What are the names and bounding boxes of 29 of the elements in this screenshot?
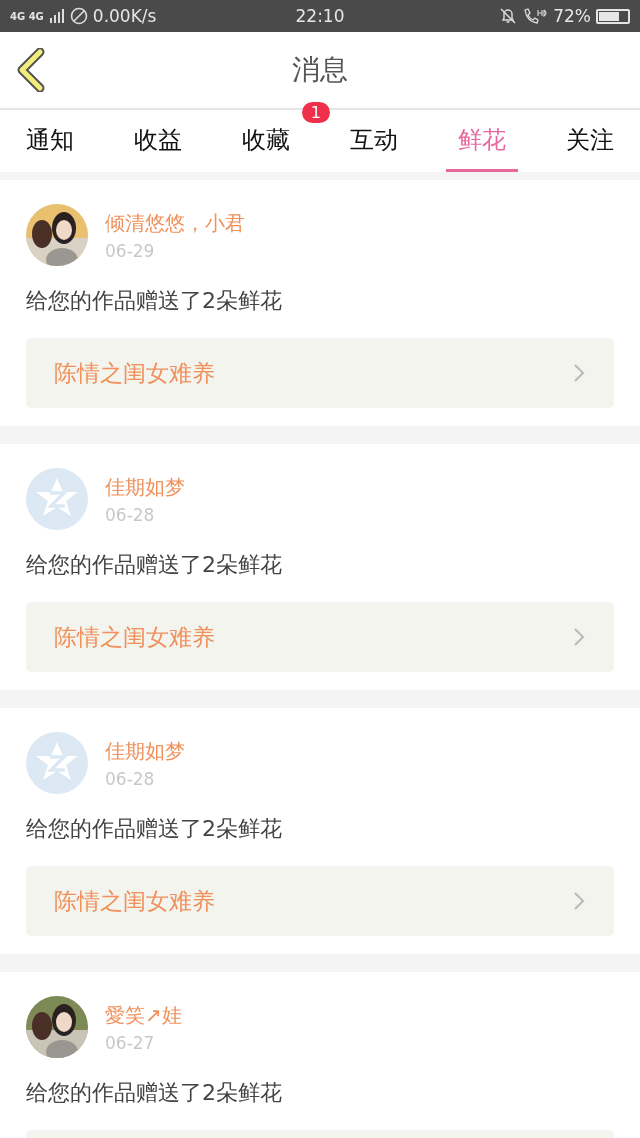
sender-name: 佳期如梦 (105, 737, 185, 765)
hd-call-icon (522, 7, 549, 25)
tab[interactable]: 关注 (554, 110, 626, 172)
tab[interactable]: 通知 (14, 110, 86, 172)
chevron-icon (572, 626, 586, 648)
network-indicator: 4G 4G (10, 10, 44, 22)
battery-icon (596, 8, 630, 24)
message-text: 给您的作品赠送了2朵鲜花 (26, 815, 283, 843)
chevron-icon (572, 890, 586, 912)
tab[interactable]: 收益 (122, 110, 194, 172)
tab[interactable]: 收藏 (230, 110, 302, 172)
signal-icon (48, 8, 65, 24)
count-badge: 1 (301, 102, 330, 123)
battery-percent: 72% (553, 6, 591, 26)
message-text: 给您的作品赠送了2朵鲜花 (26, 1079, 283, 1107)
message-text: 给您的作品赠送了2朵鲜花 (26, 287, 283, 315)
default-avatar-icon (26, 468, 88, 530)
clock: 22:10 (295, 6, 345, 26)
sender-name: 愛笑↗娃 (105, 1001, 182, 1029)
tab[interactable]: 互动 (338, 110, 410, 172)
page-title: 消息 (292, 52, 348, 88)
mute-bell-icon (499, 7, 518, 25)
message-text: 给您的作品赠送了2朵鲜花 (26, 551, 283, 579)
blocked-icon (69, 7, 88, 25)
network-speed: 0.00K/s (92, 6, 157, 26)
sender-name: 倾清悠悠，小君 (105, 209, 245, 237)
default-avatar-icon (26, 732, 88, 794)
chevron-icon (572, 362, 586, 384)
sender-name: 佳期如梦 (105, 473, 185, 501)
